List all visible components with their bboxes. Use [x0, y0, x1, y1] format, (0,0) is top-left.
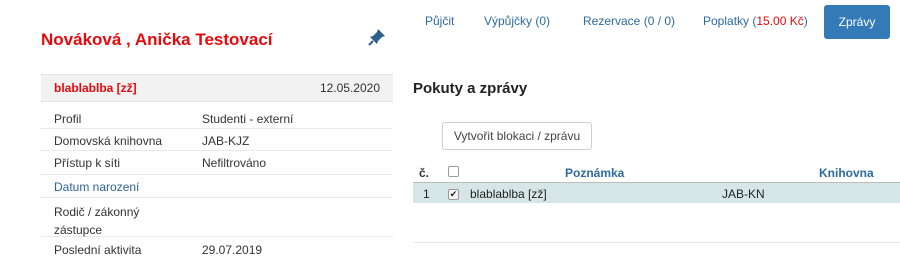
pin-icon[interactable] [367, 27, 387, 47]
table-header: č. Poznámka Knihovna [413, 163, 900, 183]
section-title: Pokuty a zprávy [413, 80, 528, 97]
info-value: 29.07.2019 [202, 243, 263, 257]
tab-borrow[interactable]: Půjčit [425, 14, 454, 28]
info-row-home-library: Domovská knihovna JAB-KJZ [41, 129, 393, 151]
message-header[interactable]: blablablba [zž] 12.05.2020 [41, 74, 393, 102]
tab-loans[interactable]: Výpůjčky (0) [484, 14, 550, 28]
info-label: Domovská knihovna [54, 134, 163, 148]
info-label: Rodič / zákonný zástupce [54, 205, 140, 237]
info-value: JAB-KJZ [202, 134, 250, 148]
row-checkbox[interactable]: ✔ [448, 189, 459, 200]
fees-amount: 15.00 Kč [756, 14, 804, 28]
info-value: Studenti - externí [202, 112, 294, 126]
info-value: Nefiltrováno [202, 156, 267, 170]
patron-name: Nováková , Anička Testovací [41, 30, 273, 49]
message-title: blablablba [zž] [54, 81, 137, 95]
row-number: 1 [423, 187, 430, 201]
select-all-checkbox[interactable] [448, 166, 459, 177]
tab-messages-label: Zprávy [838, 15, 876, 29]
column-header-note[interactable]: Poznámka [565, 166, 624, 180]
info-row-birth-date[interactable]: Datum narození [41, 175, 393, 198]
info-row-last-activity: Poslední aktivita 29.07.2019 [41, 238, 393, 260]
row-library: JAB-KN [722, 187, 765, 201]
info-row-network-access: Přístup k síti Nefiltrováno [41, 151, 393, 175]
tab-fees[interactable]: Poplatky (15.00 Kč) [703, 14, 808, 28]
create-button-label: Vytvořit blokaci / zprávu [453, 129, 581, 143]
tab-reservations[interactable]: Rezervace (0 / 0) [583, 14, 675, 28]
info-label: Profil [54, 112, 82, 126]
column-header-number: č. [419, 166, 430, 180]
info-label: Poslední aktivita [54, 243, 142, 257]
info-row-guardian: Rodič / zákonný zástupce [41, 198, 393, 237]
tab-messages[interactable]: Zprávy [824, 5, 890, 39]
info-row-profile: Profil Studenti - externí [41, 108, 393, 129]
row-note: blablablba [zž] [470, 187, 547, 201]
create-block-message-button[interactable]: Vytvořit blokaci / zprávu [442, 122, 592, 150]
message-date: 12.05.2020 [319, 81, 380, 95]
fees-label: Poplatky ( [703, 14, 757, 28]
divider [413, 242, 900, 243]
column-header-library[interactable]: Knihovna [819, 166, 874, 180]
info-label: Přístup k síti [54, 156, 121, 170]
birth-date-link[interactable]: Datum narození [54, 180, 139, 194]
table-row[interactable]: 1 ✔ blablablba [zž] JAB-KN [413, 183, 900, 203]
fees-close: ) [803, 14, 808, 28]
